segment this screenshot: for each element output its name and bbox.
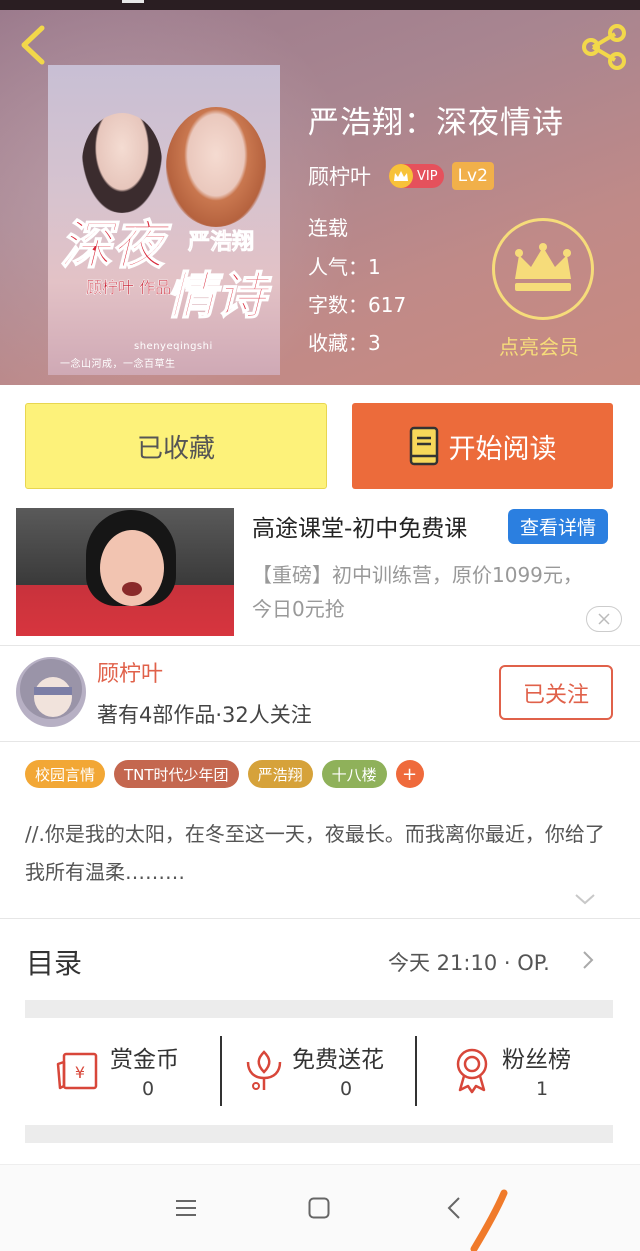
tag-item[interactable]: 严浩翔: [247, 760, 313, 788]
coin-icon: ¥: [56, 1052, 98, 1090]
ad-close-button[interactable]: [586, 606, 622, 632]
cover-title-line2: 情诗: [166, 266, 272, 325]
share-button[interactable]: [578, 22, 630, 72]
ad-detail-button[interactable]: 查看详情: [508, 509, 608, 544]
status-bar: [0, 0, 640, 10]
start-reading-label: 开始阅读: [448, 433, 557, 465]
avatar-face: [34, 677, 72, 717]
chevron-down-icon[interactable]: [574, 892, 596, 906]
cover-title-line1: 深夜: [60, 215, 172, 276]
home-icon[interactable]: [308, 1197, 330, 1219]
ad-description: 【重磅】初中训练营，原价1099元，今日0元抢: [252, 563, 583, 621]
divider: [0, 645, 640, 646]
book-popularity: 人气：1: [308, 255, 381, 279]
follow-button[interactable]: 已关注: [499, 665, 613, 720]
tag-item[interactable]: TNT时代少年团: [114, 760, 239, 788]
avatar-mask: [34, 687, 72, 695]
crown-icon: [515, 243, 571, 291]
send-flower-label: 免费送花: [292, 1047, 384, 1073]
cover-figure-left: [82, 113, 162, 213]
member-button[interactable]: [492, 218, 594, 320]
back-button[interactable]: [12, 20, 52, 70]
cover-tagline: 一念山河成，一念百草生: [60, 359, 176, 370]
toc-label: 目录: [26, 947, 83, 980]
menu-icon[interactable]: [175, 1198, 197, 1218]
send-flower-count: 0: [340, 1078, 353, 1100]
ad-person-mouth: [122, 582, 142, 596]
cover-url: shenyeqingshi: [134, 341, 213, 352]
cover-byline: 顾柠叶 作品: [86, 278, 171, 297]
fan-ranking-label: 粉丝榜: [502, 1047, 571, 1073]
reward-coins-button[interactable]: ¥ 赏金币 0: [50, 1034, 210, 1106]
author-name[interactable]: 顾柠叶: [308, 161, 371, 191]
reward-coins-count: 0: [142, 1078, 155, 1100]
toc-latest-chapter: 今天 21:10 · OP.: [388, 951, 550, 975]
book-favorites: 收藏：3: [308, 331, 381, 355]
reward-coins-label: 赏金币: [110, 1047, 179, 1073]
book-word-count: 字数：617: [308, 293, 407, 317]
start-reading-button[interactable]: 开始阅读: [352, 403, 613, 489]
avatar[interactable]: [16, 657, 86, 727]
divider: [0, 741, 640, 742]
level-badge: Lv2: [451, 162, 494, 190]
back-nav-icon[interactable]: [446, 1196, 462, 1220]
add-tag-button[interactable]: +: [395, 760, 424, 788]
gesture-stroke-icon: [470, 1189, 508, 1251]
chevron-right-icon: [583, 951, 594, 969]
author-row: 顾柠叶 VIP Lv2: [308, 158, 494, 194]
vip-label: VIP: [417, 168, 438, 184]
book-title: 严浩翔：深夜情诗: [308, 105, 564, 141]
ad-image[interactable]: [16, 508, 234, 636]
favorited-label: 已收藏: [136, 433, 215, 464]
cover-title-art: 深夜 严浩翔 顾柠叶 作品 情诗: [59, 215, 272, 326]
cover-figure-right: [166, 107, 266, 227]
writer-stats: 著有4部作品·32人关注: [97, 703, 312, 727]
section-separator: [25, 1000, 613, 1018]
vip-badge: VIP: [389, 164, 444, 188]
book-cover[interactable]: 深夜 严浩翔 顾柠叶 作品 情诗 shenyeqingshi 一念山河成，一念百…: [48, 65, 280, 375]
crown-icon: [389, 164, 413, 188]
svg-text:¥: ¥: [75, 1063, 85, 1082]
favorited-button[interactable]: 已收藏: [25, 403, 327, 489]
tag-item[interactable]: 十八楼: [321, 760, 387, 788]
chevron-left-icon: [21, 25, 45, 65]
share-icon: [582, 24, 626, 70]
tag-item[interactable]: 校园言情: [25, 760, 106, 788]
cover-subtitle-name: 严浩翔: [188, 229, 254, 255]
send-flower-button[interactable]: 免费送花 0: [240, 1034, 410, 1106]
flower-icon: [246, 1050, 282, 1090]
divider: [0, 918, 640, 919]
fan-ranking-button[interactable]: 粉丝榜 1: [440, 1034, 600, 1106]
member-label[interactable]: 点亮会员: [499, 331, 579, 360]
close-icon: [598, 613, 610, 625]
book-status: 连载: [308, 216, 348, 240]
fan-ranking-count: 1: [536, 1078, 549, 1100]
toc-row[interactable]: 目录 今天 21:10 · OP.: [0, 920, 640, 1000]
section-separator: [25, 1125, 613, 1143]
synopsis: //.你是我的太阳，在冬至这一天，夜最长。而我离你最近，你给了我所有温柔………: [25, 822, 605, 884]
divider: [415, 1036, 417, 1106]
book-icon: [409, 426, 438, 466]
medal-icon: [456, 1048, 488, 1094]
writer-name[interactable]: 顾柠叶: [97, 656, 163, 688]
status-indicator: [122, 0, 144, 3]
system-nav-bar: [0, 1164, 640, 1251]
ad-title[interactable]: 高途课堂-初中免费课: [252, 509, 467, 543]
tag-list: 校园言情 TNT时代少年团 严浩翔 十八楼 +: [25, 760, 424, 788]
divider: [220, 1036, 222, 1106]
